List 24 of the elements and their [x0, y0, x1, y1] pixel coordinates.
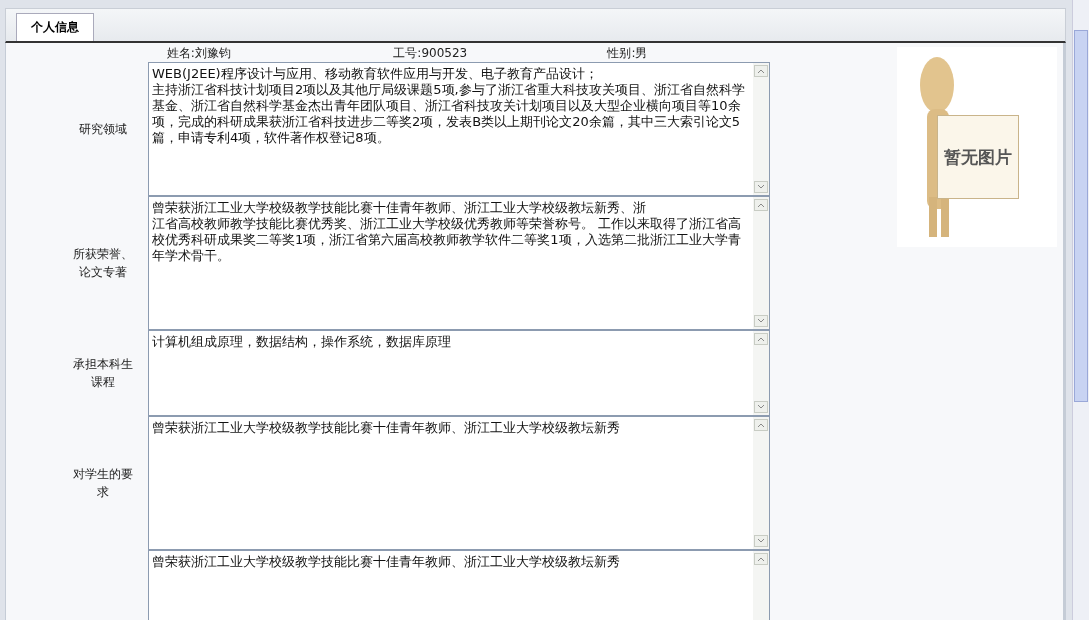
scroll-down-icon[interactable] [754, 535, 768, 547]
field-label: 对学生的要求 [72, 466, 134, 501]
scroll-up-icon[interactable] [754, 333, 768, 345]
scroll-down-icon[interactable] [754, 401, 768, 413]
text-area[interactable]: 计算机组成原理，数据结构，操作系统，数据库原理 [148, 330, 770, 416]
field-label: 承担本科生课程 [72, 356, 134, 391]
scroll-down-icon[interactable] [754, 181, 768, 193]
text-area[interactable]: 曾荣获浙江工业大学校级教学技能比赛十佳青年教师、浙江工业大学校级教坛新秀 [148, 416, 770, 550]
gender-text: 性别:男 [606, 45, 649, 62]
sign-text: 暂无图片 [937, 115, 1019, 199]
text-area[interactable]: 曾荣获浙江工业大学校级教学技能比赛十佳青年教师、浙江工业大学校级教坛新秀、浙 江省高校教师教学技能比赛优秀奖、浙江工业大学校级优秀教师等荣誉称号。 工作以来取得了浙江省高校优秀科研成果奖二等奖1项，浙江省第六届高校教师教学软件二等奖1项，入选第二批浙江工业大学青年学术骨干。 [148, 196, 770, 330]
name-text: 姓名:刘豫钧 [165, 45, 232, 62]
field-label: 所获荣誉、论文专著 [72, 246, 134, 281]
scroll-up-icon[interactable] [754, 199, 768, 211]
scroll-up-icon[interactable] [754, 65, 768, 77]
text-area[interactable]: 曾荣获浙江工业大学校级教学技能比赛十佳青年教师、浙江工业大学校级教坛新秀 [148, 550, 770, 620]
field-label: 研究领域 [78, 121, 128, 138]
page-scrollbar[interactable] [1072, 0, 1089, 620]
scroll-down-icon[interactable] [754, 315, 768, 327]
scroll-up-icon[interactable] [754, 419, 768, 431]
staff-number-text: 工号:900523 [392, 45, 469, 62]
text-area[interactable]: WEB(J2EE)程序设计与应用、移动教育软件应用与开发、电子教育产品设计； 主持浙江省科技计划项目2项以及其他厅局级课题5项,参与了浙江省重大科技攻关项目、浙江省自然科学基金、浙江省自然科学基金杰出青年团队项目、浙江省科技攻关计划项目以及大型企业横向项目等10余项，完成的科研成果获浙江省科技进步二等奖2项，发表B类以上期刊论文20余篇，其中三大索引论文5篇，申请专利4项，软件著作权登记8项。 [148, 62, 770, 196]
tab[interactable]: 个人信息 [16, 13, 94, 41]
scroll-up-icon[interactable] [754, 553, 768, 565]
